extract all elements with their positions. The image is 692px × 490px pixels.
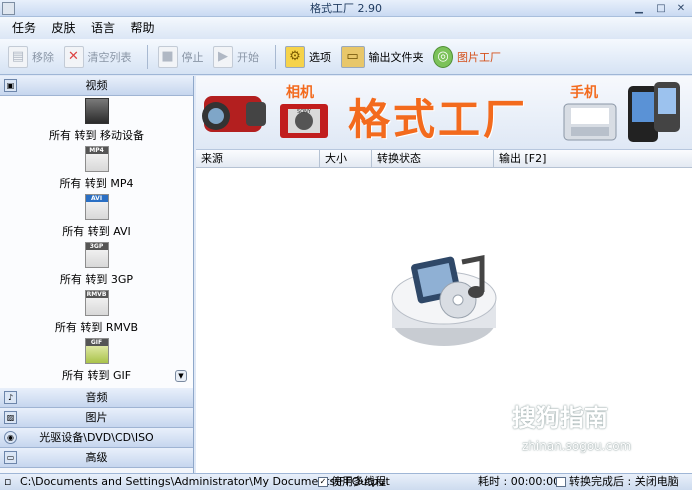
convert-rmvb-item[interactable]: RMVB 所有 转到 RMVB [0, 288, 193, 336]
start-label: 开始 [237, 51, 259, 64]
output-folder-label: 输出文件夹 [368, 51, 424, 64]
title-bar: 格式工厂 2.90 ▁ □ ✕ [0, 0, 692, 17]
camera-tag: 相机 [286, 85, 314, 101]
category-image[interactable]: ▨ 图片 [0, 408, 193, 428]
category-disc-label: 光驱设备\DVD\CD\ISO [39, 431, 154, 444]
clear-list-button[interactable]: ✕ 清空列表 [63, 39, 132, 75]
category-advanced[interactable]: ▭ 高级 [0, 448, 193, 468]
document-icon: ▤ [8, 46, 28, 68]
menu-task[interactable]: 任务 [6, 17, 42, 39]
camcorder-icon [202, 96, 266, 132]
mp4-file-icon: MP4 [84, 146, 109, 172]
category-video-label: 视频 [85, 79, 108, 92]
minimize-icon[interactable]: ▁ [628, 0, 650, 17]
avi-file-icon: AVI [84, 194, 109, 220]
brand-title: 格式工厂 [348, 95, 529, 144]
convert-mobile-label: 所有 转到 移动设备 [49, 129, 144, 142]
multithread-label: 使用多线程 [331, 475, 386, 488]
picture-icon: ▨ [4, 411, 17, 424]
toolbar: ▤ 移除 ✕ 清空列表 ■ 停止 ▶ 开始 ⚙ 选项 ▭ 输出文件夹 ◎ 图片工厂 [0, 39, 692, 75]
app-icon [2, 2, 15, 15]
music-note-icon: ♪ [4, 391, 17, 404]
checkbox-box [556, 477, 566, 487]
play-icon: ▶ [213, 46, 233, 68]
toolbar-separator [147, 45, 148, 69]
after-convert-checkbox[interactable]: 转换完成后 : 关闭电脑 [556, 474, 679, 490]
remove-label: 移除 [32, 51, 54, 64]
svg-text:SONY: SONY [297, 109, 312, 115]
convert-3gp-label: 所有 转到 3GP [59, 273, 134, 286]
menu-help[interactable]: 帮助 [125, 17, 161, 39]
task-table-header: 来源 大小 转换状态 输出 [F2] [196, 150, 692, 168]
stop-button[interactable]: ■ 停止 [157, 39, 204, 75]
convert-avi-label: 所有 转到 AVI [62, 225, 131, 238]
category-advanced-label: 高级 [85, 451, 108, 464]
stop-label: 停止 [181, 51, 204, 64]
options-button[interactable]: ⚙ 选项 [285, 39, 331, 75]
folder-small-icon: ▫ [4, 475, 12, 488]
tools-icon: ▭ [4, 451, 17, 464]
category-disc[interactable]: ◉ 光驱设备\DVD\CD\ISO [0, 428, 193, 448]
brand-banner: SONY 相机 格式工厂 手机 [196, 76, 692, 150]
scroll-down-icon[interactable]: ▼ [175, 370, 187, 382]
after-convert-label: 转换完成后 : 关闭电脑 [569, 475, 679, 488]
options-label: 选项 [309, 51, 331, 64]
convert-gif-label: 所有 转到 GIF [61, 369, 132, 382]
factory-link-label: 图片工厂 [457, 51, 501, 64]
menu-bar: 任务 皮肤 语言 帮助 [0, 17, 692, 39]
convert-rmvb-label: 所有 转到 RMVB [54, 321, 139, 334]
camera-icon: SONY [280, 104, 328, 138]
format-factory-logo-icon [391, 254, 497, 346]
3gp-file-icon: 3GP [84, 242, 109, 268]
watermark-url: zhinan.sogou.com [522, 439, 632, 453]
film-icon: ▣ [4, 79, 17, 92]
category-video[interactable]: ▣ 视频 [0, 76, 193, 96]
delete-icon: ✕ [63, 46, 84, 68]
column-source[interactable]: 来源 [196, 150, 320, 167]
output-folder-button[interactable]: ▭ 输出文件夹 [340, 39, 424, 75]
rmvb-file-icon: RMVB [84, 290, 109, 316]
column-status[interactable]: 转换状态 [372, 150, 494, 167]
category-audio-label: 音频 [85, 391, 108, 404]
watermark-main: 搜狗指南 [512, 404, 608, 432]
globe-icon: ◎ [433, 46, 453, 68]
clear-list-label: 清空列表 [87, 51, 132, 64]
convert-mp4-item[interactable]: MP4 所有 转到 MP4 [0, 144, 193, 192]
convert-mp4-label: 所有 转到 MP4 [59, 177, 134, 190]
folder-icon: ▭ [340, 46, 365, 68]
pda-phone-icon [628, 82, 680, 142]
close-icon[interactable]: ✕ [670, 0, 692, 17]
maximize-icon[interactable]: □ [650, 0, 672, 17]
stop-icon: ■ [157, 46, 178, 68]
toolbar-separator [274, 45, 276, 69]
phone-tag: 手机 [570, 85, 598, 101]
video-items-list: 所有 转到 移动设备 MP4 所有 转到 MP4 AVI 所有 转到 AVI 3… [0, 96, 193, 388]
category-audio[interactable]: ♪ 音频 [0, 388, 193, 408]
column-output[interactable]: 输出 [F2] [494, 150, 688, 167]
status-bar: ▫ C:\Documents and Settings\Administrato… [0, 473, 692, 490]
convert-avi-item[interactable]: AVI 所有 转到 AVI [0, 192, 193, 240]
sogou-watermark: 搜狗指南 zhinan.sogou.com [512, 398, 631, 453]
mobile-device-icon [84, 98, 109, 124]
factory-link-button[interactable]: ◎ 图片工厂 [433, 39, 501, 75]
gear-icon: ⚙ [285, 46, 305, 68]
category-image-label: 图片 [85, 411, 108, 424]
gif-file-icon: GIF [84, 338, 109, 364]
elapsed-time: 耗时 : 00:00:00 [478, 475, 561, 488]
check-icon: ✓ [318, 477, 328, 487]
window-title: 格式工厂 2.90 [310, 2, 382, 15]
menu-skin[interactable]: 皮肤 [46, 17, 82, 39]
column-size[interactable]: 大小 [320, 150, 372, 167]
disc-icon: ◉ [4, 431, 17, 444]
remove-button[interactable]: ▤ 移除 [8, 39, 54, 75]
convert-gif-item[interactable]: GIF 所有 转到 GIF [0, 336, 193, 384]
multithread-checkbox[interactable]: ✓ 使用多线程 [318, 474, 386, 490]
convert-mobile-item[interactable]: 所有 转到 移动设备 [0, 96, 193, 144]
sidebar: ▣ 视频 所有 转到 移动设备 MP4 所有 转到 MP4 AVI 所有 转到 A… [0, 76, 194, 473]
menu-language[interactable]: 语言 [85, 17, 121, 39]
smartphone-icon [563, 103, 617, 141]
start-button[interactable]: ▶ 开始 [213, 39, 259, 75]
convert-3gp-item[interactable]: 3GP 所有 转到 3GP [0, 240, 193, 288]
